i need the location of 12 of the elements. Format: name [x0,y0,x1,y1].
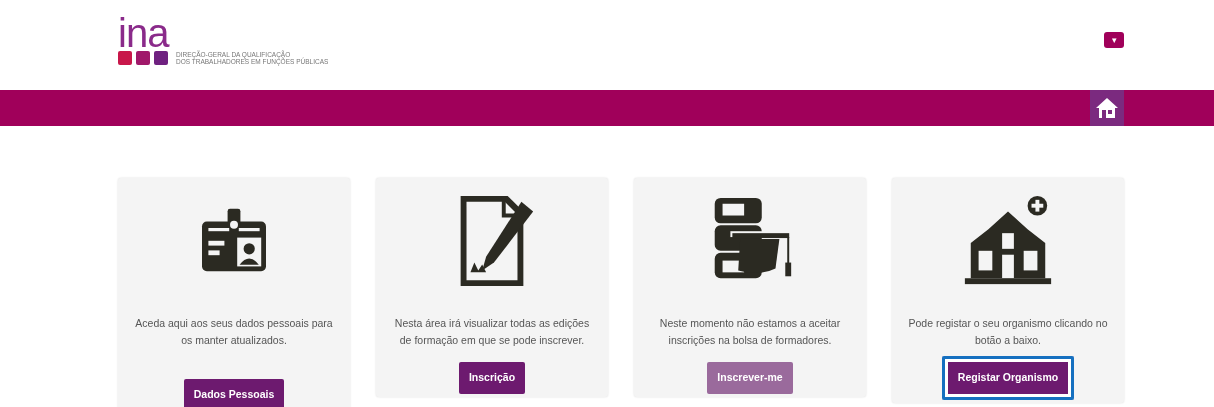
card-description: Pode registar o seu organismo clicando no botão a baixo. [907,316,1109,348]
logo-text: ina [118,16,171,50]
action-button[interactable]: Registar Organismo [941,356,1075,400]
home-button[interactable] [1090,90,1124,126]
action-button[interactable]: Dados Pessoais [183,379,285,407]
action-button[interactable]: Inscrição [458,362,526,394]
card-description: Aceda aqui aos seus dados pessoais para os manter atualizados. [134,316,334,348]
menu-dropdown-button[interactable]: ▾ [1104,32,1124,48]
card-description: Nesta área irá visualizar todas as edições de formação em que se pode inscrever. [393,316,591,348]
logo-squares-icon [118,50,168,66]
home-icon [1095,97,1119,119]
card-description: Neste momento não estamos a aceitar inscrições na bolsa de formadores. [658,316,842,348]
